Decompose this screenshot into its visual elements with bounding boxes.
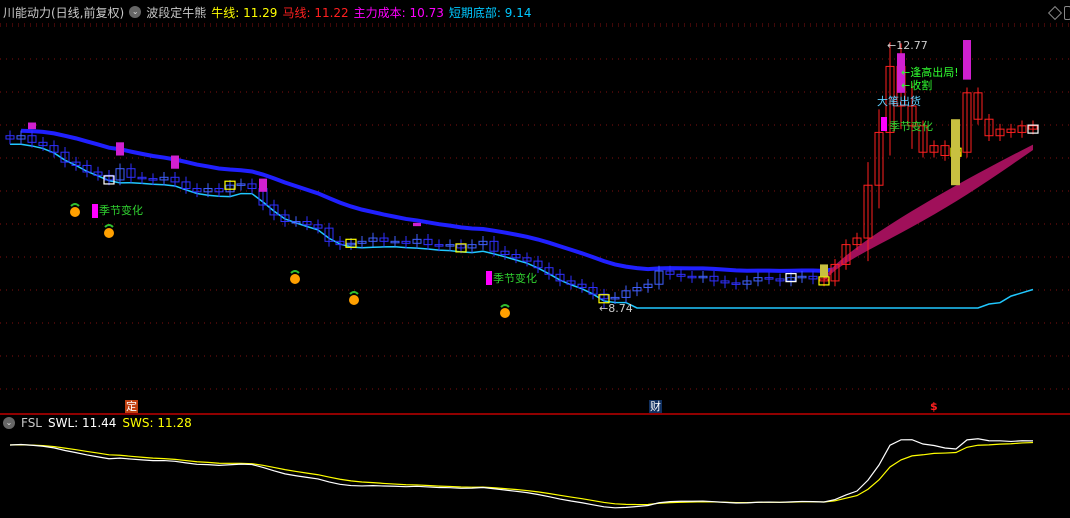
high-price-value: 12.77: [896, 39, 928, 52]
peach-icon: [290, 274, 300, 284]
low-price-value: 8.74: [608, 302, 633, 315]
high-price-label: ←12.77: [887, 39, 928, 52]
sub-indicator-name[interactable]: FSL: [21, 416, 42, 430]
magenta-bar: [413, 222, 421, 227]
sws-line: [9, 441, 1034, 506]
swl-line: [9, 438, 1034, 509]
peach-leaf-icon: [104, 224, 114, 228]
big-selling-label: 大笔出货: [877, 95, 921, 108]
short-bottom-label: 短期底部:: [448, 5, 501, 20]
horse-line-label: 马线:: [282, 5, 311, 20]
peach-icon: [70, 207, 80, 217]
peach-icon: [349, 295, 359, 305]
swl-readout: SWL: 11.44: [48, 416, 116, 430]
main-cost-band: [824, 144, 1033, 281]
indicator-dropdown-icon[interactable]: ⌄: [129, 6, 142, 18]
sell-high-text: 逢高出局!: [910, 66, 959, 79]
short-bottom-readout: 短期底部: 9.14: [449, 4, 532, 21]
yellow-bar: [820, 264, 828, 277]
magenta-bar: [28, 122, 36, 130]
bull-line-readout: 牛线: 11.29: [211, 4, 277, 21]
magenta-bar: [259, 178, 267, 192]
dollar-marker[interactable]: $: [929, 400, 939, 413]
season-change-label: 季节变化: [99, 204, 143, 217]
sws-readout: SWS: 11.28: [122, 416, 191, 430]
swl-value: 11.44: [82, 416, 117, 430]
peach-leaf-icon: [290, 270, 300, 274]
low-price-label: ←8.74: [599, 302, 633, 315]
season-change-label: 季节变化: [493, 272, 537, 285]
peach-leaf-icon: [349, 291, 359, 295]
ding-marker[interactable]: 定: [125, 400, 138, 413]
yellow-bar: [951, 119, 960, 186]
season-flag-icon: [881, 117, 887, 131]
swl-label: SWL:: [48, 416, 79, 430]
peach-leaf-icon: [70, 203, 80, 207]
bull-line-value: 11.29: [243, 5, 278, 20]
sub-indicator-dropdown-icon[interactable]: ⌄: [3, 417, 15, 429]
horse-line-readout: 马线: 11.22: [282, 4, 348, 21]
bull-line-label: 牛线:: [211, 5, 240, 20]
cai-marker[interactable]: 财: [649, 400, 662, 413]
magenta-bar: [116, 142, 124, 156]
sws-value: 11.28: [157, 416, 192, 430]
peach-icon: [104, 228, 114, 238]
main-cost-label: 主力成本:: [353, 5, 406, 20]
season-change-label: 季节变化: [889, 120, 933, 133]
peach-leaf-icon: [500, 304, 510, 308]
sub-panel-header: ⌄ FSL SWL: 11.44 SWS: 11.28: [3, 416, 198, 430]
magenta-bar: [171, 155, 179, 169]
sell-high-label: ←逢高出局!: [901, 66, 959, 79]
harvest-label: ←收割: [901, 79, 933, 92]
short-bottom-value: 9.14: [504, 5, 532, 20]
magenta-bar: [963, 40, 971, 80]
harvest-text: 收割: [910, 79, 933, 92]
stock-title: 川能动力(日线,前复权): [3, 5, 125, 20]
chart-header: 川能动力(日线,前复权) ⌄ 波段定牛熊 牛线: 11.29 马线: 11.22…: [3, 4, 537, 20]
main-cost-readout: 主力成本: 10.73: [354, 4, 444, 21]
main-cost-value: 10.73: [409, 5, 444, 20]
peach-icon: [500, 308, 510, 318]
horse-line-value: 11.22: [314, 5, 349, 20]
panel-toggle-icon[interactable]: [1064, 6, 1070, 20]
sws-label: SWS:: [122, 416, 154, 430]
indicator-name[interactable]: 波段定牛熊: [146, 4, 206, 21]
